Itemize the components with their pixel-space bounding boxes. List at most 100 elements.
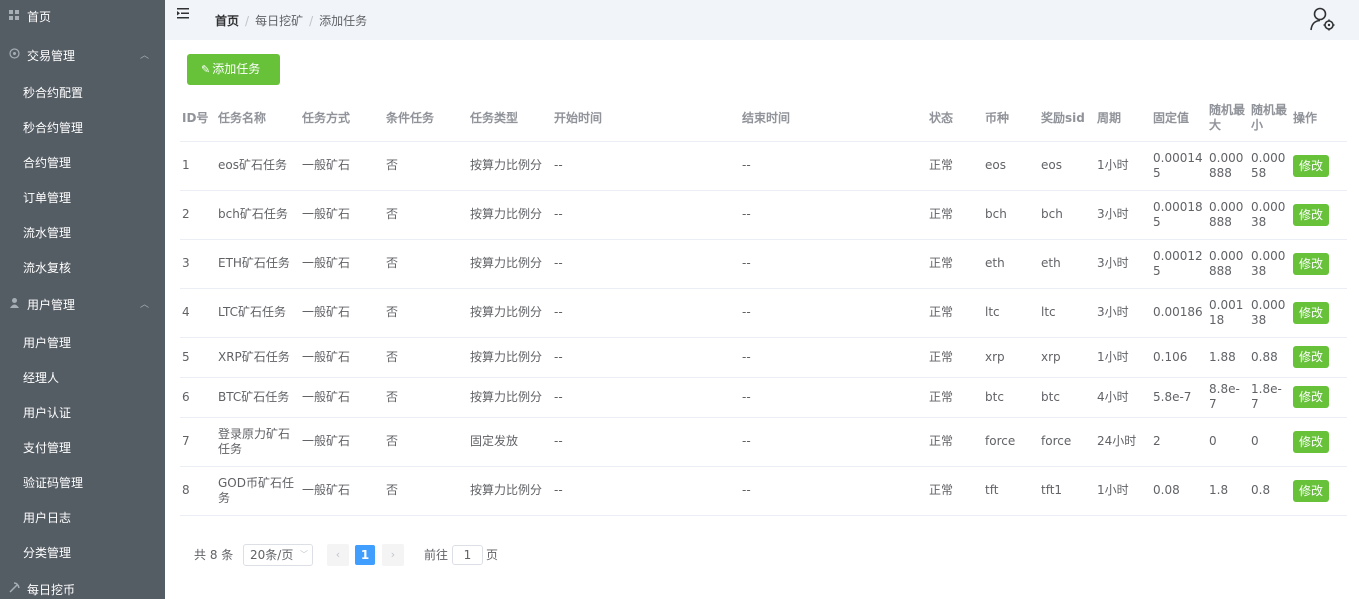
cell-random-min: 0.00038 [1249, 189, 1291, 239]
menu-toggle-icon[interactable] [177, 8, 189, 23]
cell-id: 1 [180, 140, 216, 190]
sidebar-item-second-contract-config[interactable]: 秒合约配置 [0, 76, 165, 111]
edit-button[interactable]: 修改 [1293, 386, 1329, 408]
edit-button[interactable]: 修改 [1293, 301, 1329, 324]
sidebar-item-order-manage[interactable]: 订单管理 [0, 181, 165, 216]
cell-fixed: 0.000125 [1151, 238, 1207, 288]
cell-id: 5 [180, 336, 216, 377]
goto-label: 前往 [424, 548, 449, 562]
sidebar-group-daily-mining[interactable]: 每日挖币 [0, 573, 165, 599]
breadcrumb-home[interactable]: 首页 [215, 14, 239, 28]
edit-button[interactable]: 修改 [1293, 479, 1329, 502]
cell-status: 正常 [927, 189, 983, 239]
breadcrumb-level2: 添加任务 [319, 14, 368, 28]
cell-name: LTC矿石任务 [216, 287, 300, 337]
column-header-start: 开始时间 [554, 110, 603, 125]
sidebar-item-label: 秒合约配置 [23, 86, 84, 100]
cell-random-min: 0 [1249, 416, 1291, 466]
cell-status: 正常 [927, 416, 983, 466]
cell-status: 正常 [927, 287, 983, 337]
edit-button[interactable]: 修改 [1293, 154, 1329, 177]
cell-random-min: 0.8 [1249, 465, 1291, 516]
cell-status: 正常 [927, 238, 983, 288]
cell-id: 7 [180, 416, 216, 466]
cell-condition: 否 [384, 465, 468, 516]
page-size-select[interactable]: 20条/页 ﹀ [243, 544, 313, 566]
edit-icon: ✎ [201, 63, 211, 76]
cell-condition: 否 [384, 140, 468, 190]
cell-type: 按算力比例分 [468, 189, 552, 239]
cell-random-min: 0.00058 [1249, 140, 1291, 190]
sidebar-item-contract-manage[interactable]: 合约管理 [0, 146, 165, 181]
sidebar-item-user-manage[interactable]: 用户管理 [0, 326, 165, 361]
sidebar-item-second-contract-manage[interactable]: 秒合约管理 [0, 111, 165, 146]
cell-type: 按算力比例分 [468, 287, 552, 337]
cell-period: 3小时 [1095, 238, 1151, 288]
cell-random-max: 0 [1207, 416, 1249, 466]
add-task-button[interactable]: ✎ 添加任务 [187, 54, 280, 85]
table-row: 2 bch矿石任务 一般矿石否按算力比例分 -- -- 正常 bch bch 3小时 0.0001… [180, 189, 1347, 239]
edit-button[interactable]: 修改 [1293, 430, 1329, 453]
breadcrumb-separator: / [309, 14, 314, 28]
cell-period: 3小时 [1095, 189, 1151, 239]
prev-page-button[interactable]: ‹ [327, 544, 349, 566]
sidebar-item-flow-review[interactable]: 流水复核 [0, 251, 165, 286]
cell-random-min: 0.00038 [1249, 287, 1291, 337]
cell-id: 4 [180, 287, 216, 337]
task-table: ID号 任务名称 任务方式 条件任务 任务类型 开始时间 结束时间 状态 币种 … [180, 96, 1347, 516]
user-settings-icon[interactable] [1309, 5, 1337, 33]
cell-random-max: 0.00118 [1207, 287, 1249, 337]
cell-coin: ltc [983, 287, 1039, 337]
cell-type: 按算力比例分 [468, 140, 552, 190]
cell-sid: xrp [1039, 336, 1095, 377]
breadcrumb-level1[interactable]: 每日挖矿 [255, 14, 303, 28]
sidebar-item-user-log[interactable]: 用户日志 [0, 501, 165, 536]
cell-type: 按算力比例分 [468, 465, 552, 516]
cell-id: 3 [180, 238, 216, 288]
sidebar-group-trade[interactable]: 交易管理 ︿ [0, 39, 165, 74]
cell-type: 按算力比例分 [468, 336, 552, 377]
page-number-current[interactable]: 1 [355, 545, 375, 565]
cell-coin: force [983, 416, 1039, 466]
sidebar-item-user-verify[interactable]: 用户认证 [0, 396, 165, 431]
sidebar-item-label: 首页 [27, 10, 52, 24]
cell-type: 按算力比例分 [468, 238, 552, 288]
edit-button[interactable]: 修改 [1293, 203, 1329, 226]
cell-mode: 一般矿石 [300, 416, 384, 466]
table-header-row: ID号 任务名称 任务方式 条件任务 任务类型 开始时间 结束时间 状态 币种 … [180, 96, 1347, 141]
edit-button[interactable]: 修改 [1293, 252, 1329, 275]
cell-coin: xrp [983, 336, 1039, 377]
sidebar-item-label: 用户认证 [23, 406, 72, 420]
next-page-button[interactable]: › [382, 544, 404, 566]
column-header-sid: 奖励sid [1041, 110, 1085, 125]
cell-sid: force [1039, 416, 1095, 466]
cell-period: 24小时 [1095, 416, 1151, 466]
sidebar-item-captcha-manage[interactable]: 验证码管理 [0, 466, 165, 501]
cell-action: 修改 [1291, 140, 1347, 190]
sidebar-item-label: 合约管理 [23, 156, 72, 170]
sidebar-item-manager[interactable]: 经理人 [0, 361, 165, 396]
column-header-status: 状态 [929, 110, 954, 125]
cell-end: -- [740, 140, 927, 190]
cell-start: -- [552, 287, 740, 337]
cell-condition: 否 [384, 238, 468, 288]
cell-mode: 一般矿石 [300, 336, 384, 377]
sidebar-item-flow-manage[interactable]: 流水管理 [0, 216, 165, 251]
cell-mode: 一般矿石 [300, 140, 384, 190]
column-header-type: 任务类型 [470, 110, 519, 125]
chevron-up-icon: ︿ [139, 51, 149, 61]
sidebar-group-users[interactable]: 用户管理 ︿ [0, 288, 165, 323]
column-header-action: 操作 [1293, 110, 1318, 125]
cell-name: eos矿石任务 [216, 140, 300, 190]
sidebar-item-category-manage[interactable]: 分类管理 [0, 536, 165, 571]
cell-coin: eos [983, 140, 1039, 190]
cell-status: 正常 [927, 336, 983, 377]
goto-page-input[interactable]: 1 [452, 545, 483, 565]
sidebar-item-payment-manage[interactable]: 支付管理 [0, 431, 165, 466]
sidebar-item-label: 验证码管理 [23, 476, 84, 490]
cell-end: -- [740, 376, 927, 417]
edit-button[interactable]: 修改 [1293, 346, 1329, 368]
cell-status: 正常 [927, 140, 983, 190]
sidebar-item-label: 秒合约管理 [23, 121, 84, 135]
sidebar-item-home[interactable]: 首页 [0, 0, 165, 35]
